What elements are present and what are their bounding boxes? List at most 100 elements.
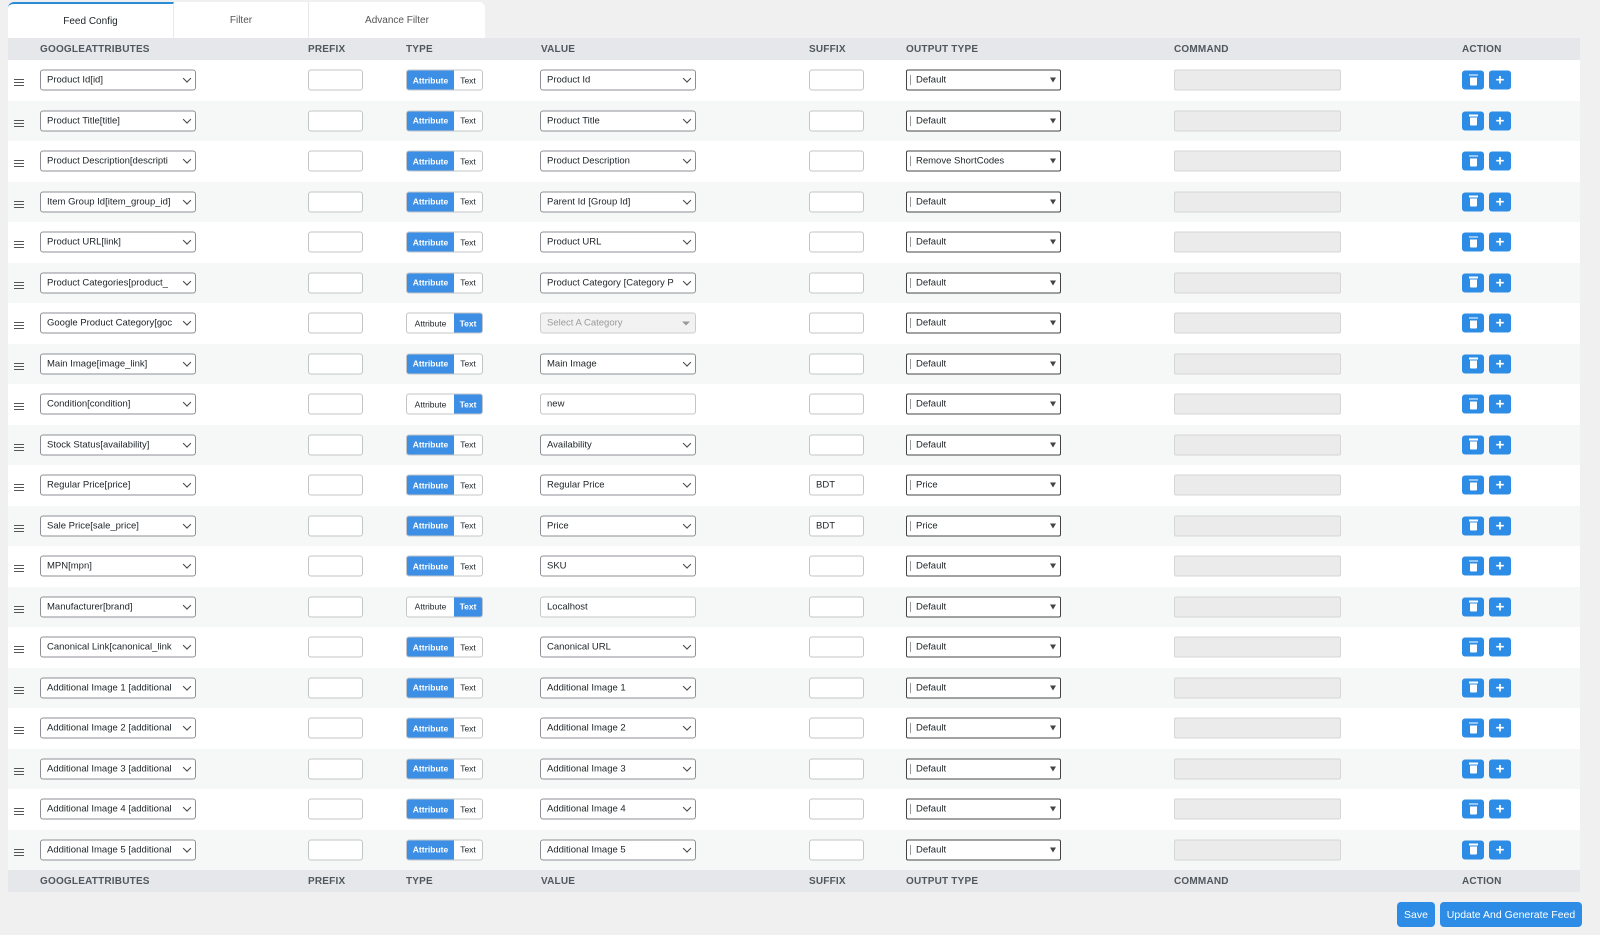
type-attribute-button[interactable]: Attribute [407, 273, 454, 293]
type-text-button[interactable]: Text [454, 678, 482, 697]
add-row-button[interactable]: + [1489, 516, 1511, 536]
suffix-input[interactable] [809, 434, 864, 456]
add-row-button[interactable]: + [1489, 192, 1511, 212]
delete-row-button[interactable] [1462, 354, 1484, 374]
google-attribute-select[interactable]: Additional Image 1 [additional [40, 677, 196, 699]
add-row-button[interactable]: + [1489, 435, 1511, 455]
type-attribute-button[interactable]: Attribute [407, 597, 454, 616]
output-type-select[interactable]: Default [906, 110, 1061, 132]
drag-handle-icon[interactable] [14, 605, 24, 613]
add-row-button[interactable]: + [1489, 840, 1511, 860]
type-text-button[interactable]: Text [454, 516, 482, 535]
type-text-button[interactable]: Text [454, 638, 482, 657]
output-type-select[interactable]: Default [906, 312, 1061, 334]
prefix-input[interactable] [308, 231, 363, 253]
value-select[interactable]: Price [540, 515, 696, 537]
prefix-input[interactable] [308, 191, 363, 213]
drag-handle-icon[interactable] [14, 443, 24, 451]
output-type-select[interactable]: Default [906, 636, 1061, 658]
suffix-input[interactable] [809, 636, 864, 658]
add-row-button[interactable]: + [1489, 597, 1511, 617]
value-select[interactable]: SKU [540, 555, 696, 577]
google-attribute-select[interactable]: MPN[mpn] [40, 555, 196, 577]
output-type-select[interactable]: Default [906, 191, 1061, 213]
command-input[interactable] [1174, 636, 1341, 658]
prefix-input[interactable] [308, 110, 363, 132]
delete-row-button[interactable] [1462, 637, 1484, 657]
prefix-input[interactable] [308, 312, 363, 334]
delete-row-button[interactable] [1462, 435, 1484, 455]
google-attribute-select[interactable]: Additional Image 5 [additional [40, 839, 196, 861]
prefix-input[interactable] [308, 555, 363, 577]
command-input[interactable] [1174, 191, 1341, 213]
google-attribute-select[interactable]: Manufacturer[brand] [40, 596, 196, 618]
value-select[interactable]: Regular Price [540, 474, 696, 496]
add-row-button[interactable]: + [1489, 394, 1511, 414]
prefix-input[interactable] [308, 839, 363, 861]
output-type-select[interactable]: Default [906, 231, 1061, 253]
save-button[interactable]: Save [1397, 902, 1435, 927]
output-type-select[interactable]: Price [906, 515, 1061, 537]
output-type-select[interactable]: Default [906, 717, 1061, 739]
command-input[interactable] [1174, 231, 1341, 253]
prefix-input[interactable] [308, 434, 363, 456]
delete-row-button[interactable] [1462, 273, 1484, 293]
type-attribute-button[interactable]: Attribute [407, 759, 454, 779]
type-text-button[interactable]: Text [454, 71, 482, 90]
google-attribute-select[interactable]: Google Product Category[goc [40, 312, 196, 334]
prefix-input[interactable] [308, 69, 363, 91]
command-input[interactable] [1174, 272, 1341, 294]
update-and-generate-feed-button[interactable]: Update And Generate Feed [1440, 902, 1582, 927]
add-row-button[interactable]: + [1489, 232, 1511, 252]
type-text-button[interactable]: Text [454, 840, 482, 859]
google-attribute-select[interactable]: Sale Price[sale_price] [40, 515, 196, 537]
value-select[interactable]: Additional Image 1 [540, 677, 696, 699]
drag-handle-icon[interactable] [14, 848, 24, 856]
drag-handle-icon[interactable] [14, 808, 24, 816]
suffix-input[interactable] [809, 231, 864, 253]
prefix-input[interactable] [308, 677, 363, 699]
command-input[interactable] [1174, 474, 1341, 496]
value-select[interactable]: Product URL [540, 231, 696, 253]
suffix-input[interactable] [809, 393, 864, 415]
command-input[interactable] [1174, 312, 1341, 334]
google-attribute-select[interactable]: Main Image[image_link] [40, 353, 196, 375]
delete-row-button[interactable] [1462, 678, 1484, 698]
suffix-input[interactable] [809, 596, 864, 618]
value-select[interactable]: Product Category [Category P [540, 272, 696, 294]
google-attribute-select[interactable]: Regular Price[price] [40, 474, 196, 496]
add-row-button[interactable]: + [1489, 556, 1511, 576]
suffix-input[interactable] [809, 312, 864, 334]
command-input[interactable] [1174, 150, 1341, 172]
value-select[interactable]: Product Description [540, 150, 696, 172]
delete-row-button[interactable] [1462, 394, 1484, 414]
value-select[interactable]: Canonical URL [540, 636, 696, 658]
suffix-input[interactable]: BDT [809, 515, 864, 537]
output-type-select[interactable]: Default [906, 434, 1061, 456]
output-type-select[interactable]: Default [906, 272, 1061, 294]
google-attribute-select[interactable]: Canonical Link[canonical_link [40, 636, 196, 658]
delete-row-button[interactable] [1462, 799, 1484, 819]
type-attribute-button[interactable]: Attribute [407, 718, 454, 738]
suffix-input[interactable] [809, 150, 864, 172]
output-type-select[interactable]: Default [906, 353, 1061, 375]
type-text-button[interactable]: Text [454, 394, 482, 414]
command-input[interactable] [1174, 393, 1341, 415]
type-attribute-button[interactable]: Attribute [407, 395, 454, 414]
type-attribute-button[interactable]: Attribute [407, 516, 454, 536]
add-row-button[interactable]: + [1489, 111, 1511, 131]
drag-handle-icon[interactable] [14, 767, 24, 775]
output-type-select[interactable]: Default [906, 839, 1061, 861]
type-text-button[interactable]: Text [454, 273, 482, 292]
add-row-button[interactable]: + [1489, 678, 1511, 698]
value-select[interactable]: Parent Id [Group Id] [540, 191, 696, 213]
type-text-button[interactable]: Text [454, 759, 482, 778]
prefix-input[interactable] [308, 393, 363, 415]
prefix-input[interactable] [308, 353, 363, 375]
type-attribute-button[interactable]: Attribute [407, 435, 454, 455]
google-attribute-select[interactable]: Product Description[descripti [40, 150, 196, 172]
add-row-button[interactable]: + [1489, 718, 1511, 738]
type-text-button[interactable]: Text [454, 354, 482, 373]
google-attribute-select[interactable]: Product Title[title] [40, 110, 196, 132]
google-attribute-select[interactable]: Additional Image 4 [additional [40, 798, 196, 820]
